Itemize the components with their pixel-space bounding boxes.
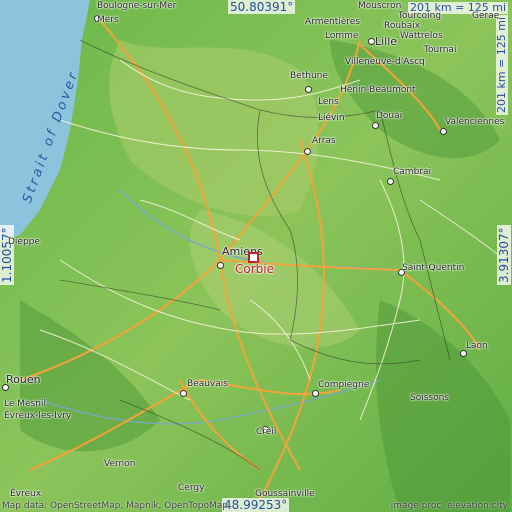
city-marker [368,38,375,45]
city-label-wattrelos: Wattrelos [400,31,443,41]
city-label-tourcoing: Tourcoing [398,11,442,21]
city-label-creil: Creil [256,427,277,437]
map-attribution: Map data: OpenStreetMap, Mapnik, OpenTop… [2,501,228,511]
city-label-lomme: Lomme [325,31,359,41]
focus-city-label[interactable]: Corbie [235,262,274,276]
city-label-villeneuve: Villeneuve-d'Ascq [345,57,425,67]
city-marker [217,262,224,269]
city-label-mers: Mers [97,15,119,25]
image-credit: image proc: elevation.city [390,501,508,511]
city-label-goussainville: Goussainville [255,489,315,499]
city-marker [304,148,311,155]
city-label-compiegne: Compiègne [318,380,370,390]
city-label-gerae: Gerae [472,11,500,21]
city-marker [312,390,319,397]
city-label-dieppe: Dieppe [8,237,40,247]
city-marker [305,86,312,93]
city-label-rouen: Rouen [6,373,41,386]
city-label-saint-quentin: Saint-Quentin [402,263,465,273]
city-marker [180,390,187,397]
city-label-cambrai: Cambrai [393,167,431,177]
city-label-cergy: Cergy [178,483,205,493]
north-coord: 50.80391° [228,0,296,14]
city-marker [440,128,447,135]
city-label-laon: Laon [466,341,488,351]
west-coord: 1.10057° [0,225,14,285]
city-label-bethune: Béthune [290,71,328,81]
vertical-scale: 201 km = 125 mi [495,14,509,115]
city-label-beauvais: Beauvais [187,379,228,389]
city-label-boulogne: Boulogne-sur-Mer [97,1,177,11]
city-label-valenciennes: Valenciennes [445,117,505,127]
city-label-armentieres: Armentières [305,17,361,27]
south-coord: 48.99253° [222,498,290,512]
city-label-lens: Lens [318,97,339,107]
city-marker [460,350,467,357]
city-label-vernon: Vernon [104,459,136,469]
city-label-arras: Arras [312,136,336,146]
map-view[interactable]: Strait of Dover 50.80391° 48.99253° 1.10… [0,0,512,512]
city-label-lievin: Liévin [318,113,345,123]
city-label-evreux: Évreux [10,489,42,499]
city-marker [372,122,379,129]
city-label-henin: Hénin-Beaumont [340,85,416,95]
city-label-douai: Douai [376,111,403,121]
city-label-mouscron: Mouscron [358,1,402,11]
city-label-roubaix: Roubaix [384,21,421,31]
east-coord: 3.91307° [497,225,511,285]
city-label-soissons: Soissons [410,393,449,403]
city-marker [387,178,394,185]
city-label-lille: Lille [375,35,398,48]
city-label-le-mesnil: Le Mesnil [4,399,46,409]
city-label-evreux-les-ivry: Évreux-les-Ivry [4,411,72,421]
city-label-tournai: Tournai [424,45,457,55]
